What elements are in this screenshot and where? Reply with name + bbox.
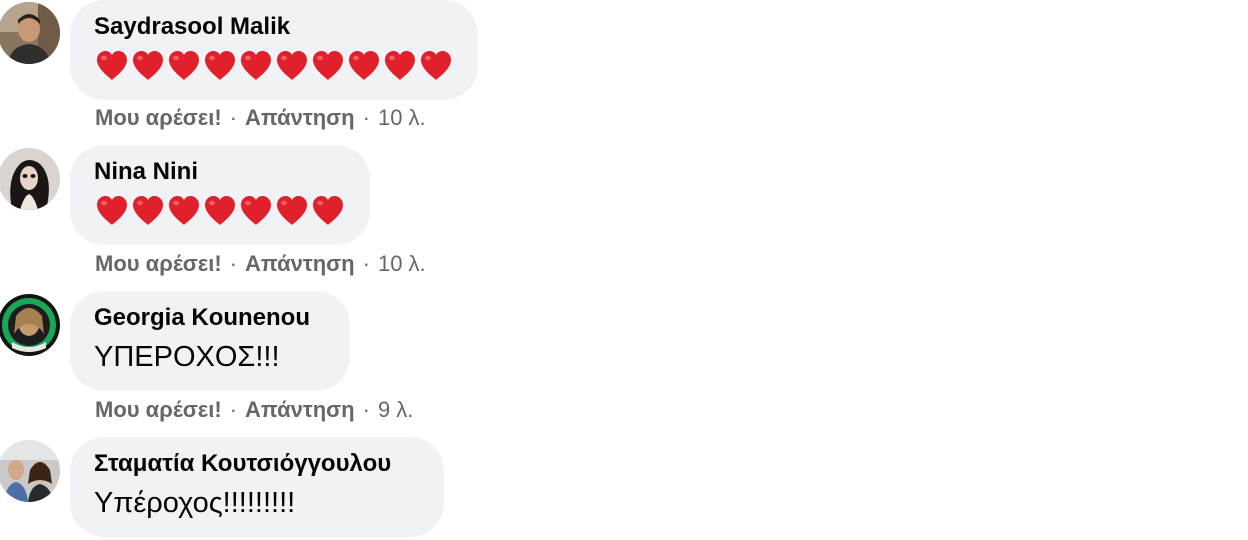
comment-actions: Μου αρέσει! · Απάντηση · 9 λ.	[95, 396, 413, 424]
reply-link[interactable]: Απάντηση	[245, 397, 355, 422]
comment-author[interactable]: Saydrasool Malik	[94, 12, 454, 42]
comment-bubble: Nina Nini	[70, 145, 370, 245]
heart-emoji-icon	[130, 193, 166, 229]
heart-emoji-icon	[310, 48, 346, 84]
timestamp[interactable]: 10 λ.	[378, 105, 426, 130]
heart-emoji-icon	[94, 193, 130, 229]
heart-emoji-icon	[274, 193, 310, 229]
heart-emoji-icon	[94, 48, 130, 84]
comment-bubble: Georgia Kounenou ΥΠΕΡΟΧΟΣ!!!	[70, 291, 350, 391]
comment-text: ΥΠΕΡΟΧΟΣ!!!	[94, 341, 280, 373]
avatar[interactable]	[0, 440, 60, 502]
separator: ·	[362, 397, 370, 422]
like-link[interactable]: Μου αρέσει!	[95, 105, 222, 130]
comment-actions: Μου αρέσει! · Απάντηση · 10 λ.	[95, 250, 426, 278]
heart-emoji-icon	[346, 48, 382, 84]
avatar[interactable]	[0, 2, 60, 64]
hearts-row	[94, 46, 454, 86]
separator: ·	[229, 397, 237, 422]
heart-emoji-icon	[166, 48, 202, 84]
heart-emoji-icon	[166, 193, 202, 229]
heart-emoji-icon	[274, 48, 310, 84]
comment-actions: Μου αρέσει! · Απάντηση · 10 λ.	[95, 104, 426, 132]
like-link[interactable]: Μου αρέσει!	[95, 397, 222, 422]
timestamp[interactable]: 9 λ.	[378, 397, 413, 422]
heart-emoji-icon	[238, 48, 274, 84]
comment-bubble: Saydrasool Malik	[70, 0, 478, 100]
separator: ·	[229, 105, 237, 130]
comment-author[interactable]: Nina Nini	[94, 157, 346, 187]
separator: ·	[229, 251, 237, 276]
heart-emoji-icon	[130, 48, 166, 84]
heart-emoji-icon	[202, 193, 238, 229]
heart-emoji-icon	[418, 48, 454, 84]
reply-link[interactable]: Απάντηση	[245, 251, 355, 276]
heart-emoji-icon	[310, 193, 346, 229]
avatar[interactable]	[0, 294, 60, 356]
timestamp[interactable]: 10 λ.	[378, 251, 426, 276]
heart-emoji-icon	[202, 48, 238, 84]
avatar[interactable]	[0, 148, 60, 210]
comment-author[interactable]: Georgia Kounenou	[94, 303, 326, 333]
heart-emoji-icon	[382, 48, 418, 84]
comment-bubble: Σταματία Κουτσιόγγουλου Υπέροχος!!!!!!!!…	[70, 437, 444, 537]
comment-thread: Saydrasool Malik Μου αρέσει! · Απάντηση · 10…	[0, 0, 1248, 540]
reply-link[interactable]: Απάντηση	[245, 105, 355, 130]
heart-emoji-icon	[238, 193, 274, 229]
comment-author[interactable]: Σταματία Κουτσιόγγουλου	[94, 449, 420, 479]
hearts-row	[94, 191, 346, 231]
like-link[interactable]: Μου αρέσει!	[95, 251, 222, 276]
separator: ·	[362, 251, 370, 276]
comment-text: Υπέροχος!!!!!!!!!	[94, 487, 296, 519]
separator: ·	[362, 105, 370, 130]
